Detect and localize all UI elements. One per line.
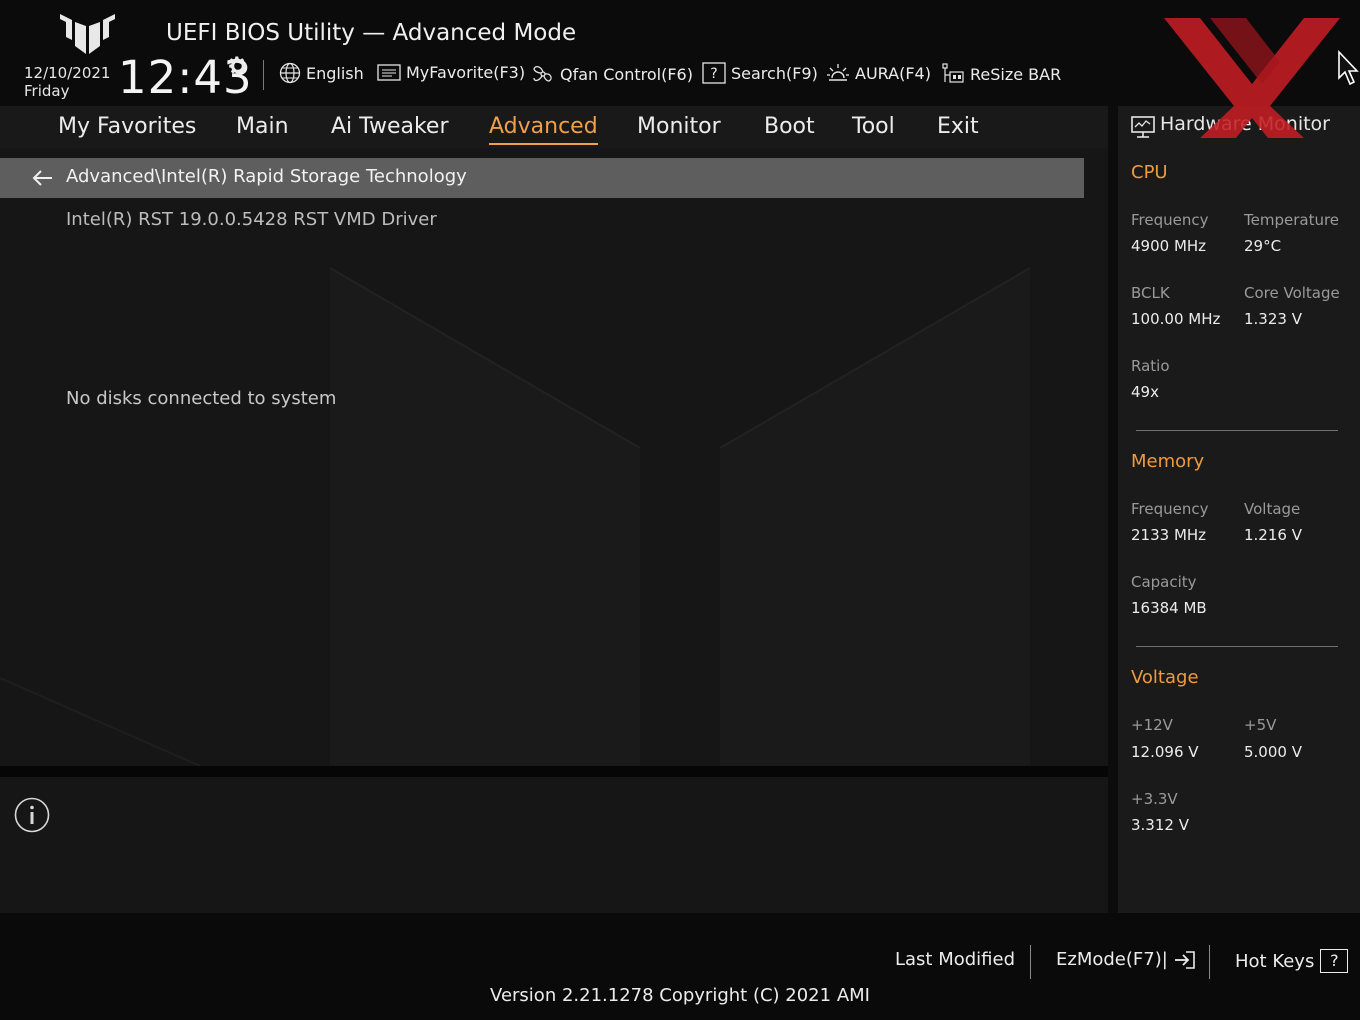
core-voltage-value: 1.323 V bbox=[1244, 310, 1302, 328]
v33-value: 3.312 V bbox=[1131, 816, 1189, 834]
resize-bar-label: ReSize BAR bbox=[970, 64, 1062, 84]
tab-main[interactable]: Main bbox=[236, 112, 289, 142]
fan-icon bbox=[533, 65, 552, 82]
divider bbox=[1136, 646, 1338, 647]
tab-exit[interactable]: Exit bbox=[937, 112, 979, 142]
globe-icon bbox=[279, 62, 301, 84]
version-text: Version 2.21.1278 Copyright (C) 2021 AMI bbox=[490, 985, 870, 1006]
aura-label: AURA(F4) bbox=[855, 63, 931, 83]
divider bbox=[1030, 945, 1031, 979]
tab-monitor[interactable]: Monitor bbox=[637, 112, 721, 142]
breadcrumb-path: Advanced\Intel(R) Rapid Storage Technolo… bbox=[66, 166, 467, 187]
monitor-icon bbox=[1131, 116, 1155, 138]
tab-my-favorites[interactable]: My Favorites bbox=[58, 112, 196, 142]
favorite-list-icon bbox=[377, 64, 401, 81]
aura-light-icon bbox=[827, 64, 849, 81]
date-display: 12/10/2021 Friday bbox=[24, 64, 110, 100]
weekday-text: Friday bbox=[24, 82, 70, 100]
memory-heading: Memory bbox=[1131, 451, 1205, 472]
tab-tool[interactable]: Tool bbox=[852, 112, 895, 142]
exit-arrow-icon bbox=[1174, 950, 1195, 969]
bclk-value: 100.00 MHz bbox=[1131, 310, 1221, 328]
last-modified-label: Last Modified bbox=[895, 949, 1016, 970]
mouse-cursor-icon bbox=[1338, 50, 1359, 86]
resize-bar-button[interactable]: ReSize BAR bbox=[941, 62, 1061, 86]
driver-version-text: Intel(R) RST 19.0.0.5428 RST VMD Driver bbox=[66, 209, 437, 230]
background-pattern bbox=[0, 267, 1031, 766]
svg-text:?: ? bbox=[710, 66, 717, 82]
app-title: UEFI BIOS Utility — Advanced Mode bbox=[166, 20, 577, 46]
v5-label: +5V bbox=[1244, 716, 1277, 734]
myfavorite-label: MyFavorite(F3) bbox=[406, 62, 526, 82]
v33-label: +3.3V bbox=[1131, 790, 1178, 808]
cpu-frequency-label: Frequency bbox=[1131, 211, 1209, 229]
tab-advanced[interactable]: Advanced bbox=[489, 112, 598, 145]
tuf-logo bbox=[60, 14, 115, 54]
date-text: 12/10/2021 bbox=[24, 64, 111, 82]
memory-frequency-label: Frequency bbox=[1131, 500, 1209, 518]
info-icon bbox=[14, 797, 50, 833]
ezmode-label: EzMode(F7)| bbox=[1056, 949, 1168, 970]
divider bbox=[263, 60, 264, 90]
cpu-heading: CPU bbox=[1131, 162, 1168, 183]
help-panel bbox=[0, 777, 1108, 913]
voltage-heading: Voltage bbox=[1131, 667, 1199, 688]
tab-ai-tweaker[interactable]: Ai Tweaker bbox=[331, 112, 449, 142]
divider bbox=[1136, 430, 1338, 431]
aura-button[interactable]: AURA(F4) bbox=[826, 62, 931, 84]
memory-voltage-label: Voltage bbox=[1244, 500, 1301, 518]
language-button[interactable]: English bbox=[279, 62, 364, 84]
search-help-icon: ? bbox=[702, 62, 726, 84]
ezmode-button[interactable]: EzMode(F7)| bbox=[1056, 949, 1196, 970]
back-arrow-icon[interactable] bbox=[32, 170, 54, 186]
footer: Last Modified EzMode(F7)| Hot Keys ? Ver… bbox=[0, 913, 1360, 1020]
capacity-value: 16384 MB bbox=[1131, 599, 1207, 617]
search-label: Search(F9) bbox=[731, 63, 818, 83]
cpu-temperature-label: Temperature bbox=[1244, 211, 1340, 229]
help-question-icon: ? bbox=[1320, 949, 1349, 973]
v12-label: +12V bbox=[1131, 716, 1173, 734]
gear-icon[interactable] bbox=[226, 54, 250, 78]
language-label: English bbox=[306, 63, 364, 83]
resize-bar-icon bbox=[942, 63, 964, 83]
status-message: No disks connected to system bbox=[66, 388, 337, 409]
divider bbox=[1209, 945, 1210, 979]
v5-value: 5.000 V bbox=[1244, 743, 1302, 761]
tab-boot[interactable]: Boot bbox=[764, 112, 815, 142]
divider bbox=[0, 766, 1108, 777]
cpu-temperature-value: 29°C bbox=[1244, 237, 1282, 255]
breadcrumb[interactable]: Advanced\Intel(R) Rapid Storage Technolo… bbox=[0, 158, 1084, 198]
last-modified-button[interactable]: Last Modified bbox=[895, 949, 1015, 970]
hardware-monitor-panel: Hardware Monitor CPU Frequency 4900 MHz … bbox=[1118, 106, 1360, 913]
hot-keys-label: Hot Keys bbox=[1235, 950, 1315, 972]
qfan-label: Qfan Control(F6) bbox=[560, 64, 693, 84]
cpu-frequency-value: 4900 MHz bbox=[1131, 237, 1207, 255]
v12-value: 12.096 V bbox=[1131, 743, 1199, 761]
qfan-control-button[interactable]: Qfan Control(F6) bbox=[531, 62, 693, 86]
bclk-label: BCLK bbox=[1131, 284, 1170, 302]
search-button[interactable]: ? Search(F9) bbox=[702, 62, 818, 84]
hot-keys-button[interactable]: Hot Keys ? bbox=[1235, 949, 1349, 973]
core-voltage-label: Core Voltage bbox=[1244, 284, 1340, 302]
ratio-value: 49x bbox=[1131, 383, 1159, 401]
ratio-label: Ratio bbox=[1131, 357, 1170, 375]
capacity-label: Capacity bbox=[1131, 573, 1197, 591]
memory-voltage-value: 1.216 V bbox=[1244, 526, 1302, 544]
memory-frequency-value: 2133 MHz bbox=[1131, 526, 1207, 544]
panel-gap bbox=[1108, 106, 1118, 913]
watermark-logo bbox=[1164, 18, 1340, 138]
myfavorite-button[interactable]: MyFavorite(F3) bbox=[377, 62, 525, 82]
main-panel: Advanced\Intel(R) Rapid Storage Technolo… bbox=[0, 148, 1108, 766]
